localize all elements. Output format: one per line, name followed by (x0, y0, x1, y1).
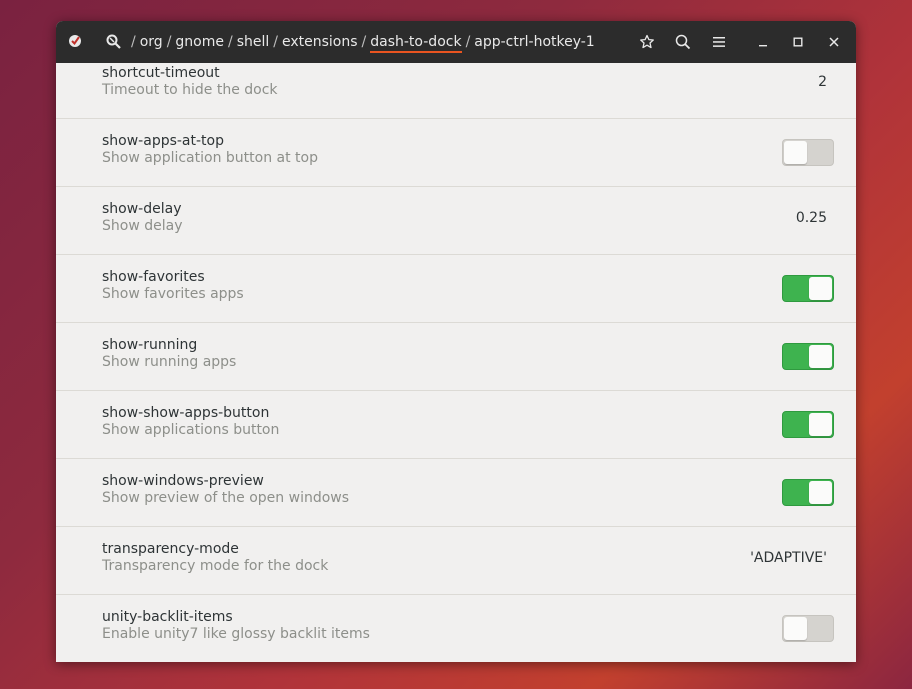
header-bar: / org / gnome / shell / extensions / das… (56, 21, 856, 63)
breadcrumb-separator: / (361, 34, 367, 50)
switch-knob (809, 481, 832, 504)
minimize-icon (759, 45, 767, 47)
key-name: show-apps-at-top (102, 133, 224, 149)
list-item-show-windows-preview[interactable]: show-windows-preview Show preview of the… (56, 459, 856, 527)
search-icon (675, 34, 691, 50)
toggle-switch[interactable] (782, 615, 834, 642)
key-list: shortcut-timeout Timeout to hide the doc… (56, 63, 856, 662)
maximize-icon (793, 37, 803, 47)
switch-knob (784, 617, 807, 640)
list-item-shortcut-timeout[interactable]: shortcut-timeout Timeout to hide the doc… (56, 63, 856, 119)
list-item-unity-backlit-items[interactable]: unity-backlit-items Enable unity7 like g… (56, 595, 856, 662)
key-name: show-show-apps-button (102, 405, 270, 421)
menu-icon (713, 37, 725, 47)
switch-knob (809, 345, 832, 368)
breadcrumb-item-app-ctrl-hotkey-1[interactable]: app-ctrl-hotkey-1 (474, 34, 594, 50)
key-description: Timeout to hide the dock (102, 82, 278, 98)
switch-knob (784, 141, 807, 164)
key-description: Transparency mode for the dock (102, 558, 329, 574)
breadcrumb-item-extensions[interactable]: extensions (282, 34, 358, 50)
key-name: show-running (102, 337, 198, 353)
toggle-switch[interactable] (782, 275, 834, 302)
search-button[interactable] (671, 30, 695, 54)
breadcrumb-item-shell[interactable]: shell (237, 34, 270, 50)
key-description: Show applications button (102, 422, 280, 438)
key-name: show-favorites (102, 269, 205, 285)
list-item-show-favorites[interactable]: show-favorites Show favorites apps (56, 255, 856, 323)
list-item-show-delay[interactable]: show-delay Show delay 0.25 (56, 187, 856, 255)
main-menu-button[interactable] (707, 30, 731, 54)
key-value: 'ADAPTIVE' (750, 550, 827, 566)
breadcrumb-separator: / (465, 34, 471, 50)
list-item-show-running[interactable]: show-running Show running apps (56, 323, 856, 391)
breadcrumb-separator: / (166, 34, 172, 50)
list-item-show-apps-at-top[interactable]: show-apps-at-top Show application button… (56, 119, 856, 187)
key-name: shortcut-timeout (102, 65, 220, 81)
breadcrumb-separator: / (273, 34, 278, 50)
close-button[interactable] (822, 30, 846, 54)
key-name: show-delay (102, 201, 182, 217)
breadcrumb-item-gnome[interactable]: gnome (175, 34, 224, 50)
toggle-switch[interactable] (782, 343, 834, 370)
breadcrumb-separator: / (131, 34, 136, 50)
breadcrumb: / org / gnome / shell / extensions / das… (105, 21, 595, 63)
minimize-button[interactable] (751, 30, 775, 54)
key-value: 0.25 (795, 210, 827, 226)
dconf-app-icon (69, 35, 81, 47)
toggle-switch[interactable] (782, 479, 834, 506)
toggle-switch[interactable] (782, 411, 834, 438)
maximize-button[interactable] (786, 30, 810, 54)
key-description: Show favorites apps (102, 286, 244, 302)
key-description: Show delay (102, 218, 183, 234)
switch-knob (809, 413, 832, 436)
key-description: Show preview of the open windows (102, 490, 350, 506)
toggle-switch[interactable] (782, 139, 834, 166)
breadcrumb-item-dash-to-dock[interactable]: dash-to-dock (370, 34, 462, 53)
search-path-icon[interactable] (105, 33, 123, 51)
list-item-transparency-mode[interactable]: transparency-mode Transparency mode for … (56, 527, 856, 595)
dconf-editor-window: / org / gnome / shell / extensions / das… (56, 21, 856, 662)
key-description: Show application button at top (102, 150, 318, 166)
key-description: Enable unity7 like glossy backlit items (102, 626, 370, 642)
breadcrumb-separator: / (227, 34, 233, 50)
list-item-show-show-apps-button[interactable]: show-show-apps-button Show applications … (56, 391, 856, 459)
bookmark-button[interactable] (635, 30, 659, 54)
breadcrumb-item-org[interactable]: org (140, 34, 163, 50)
bookmark-star-icon (640, 34, 654, 49)
close-icon (829, 37, 839, 47)
switch-knob (809, 277, 832, 300)
key-description: Show running apps (102, 354, 237, 370)
key-name: transparency-mode (102, 541, 239, 557)
key-name: show-windows-preview (102, 473, 264, 489)
key-value: 2 (818, 74, 827, 90)
key-name: unity-backlit-items (102, 609, 233, 625)
